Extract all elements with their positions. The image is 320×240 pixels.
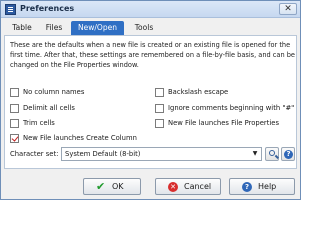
checkbox-label: Trim cells	[23, 119, 55, 127]
checkbox-label: New File launches File Properties	[168, 119, 279, 127]
ok-button[interactable]: ✔ OK	[83, 178, 141, 195]
help-icon: ?	[242, 182, 252, 192]
new-open-panel: These are the defaults when a new file i…	[4, 35, 297, 169]
cancel-button[interactable]: ✕ Cancel	[155, 178, 221, 195]
help-button[interactable]: ? Help	[229, 178, 295, 195]
checkbox-box[interactable]	[10, 119, 19, 128]
checkbox-box[interactable]	[10, 134, 19, 143]
tab-files[interactable]: Files	[40, 21, 68, 35]
cancel-label: Cancel	[184, 182, 212, 191]
checkbox-label: Backslash escape	[168, 88, 229, 96]
search-icon	[269, 150, 275, 156]
ok-label: OK	[112, 182, 124, 191]
preferences-icon	[5, 4, 16, 15]
preferences-window: Preferences ✕ Table Files New/Open Tools…	[0, 0, 301, 200]
tab-new-open[interactable]: New/Open	[71, 21, 124, 35]
close-button[interactable]: ✕	[279, 3, 297, 15]
charset-label: Character set:	[10, 150, 59, 158]
checkbox-label: No column names	[23, 88, 85, 96]
help-icon: ?	[284, 150, 293, 159]
checkbox-box[interactable]	[10, 104, 19, 113]
tab-tools[interactable]: Tools	[129, 21, 159, 35]
checkbox-label: Delimit all cells	[23, 104, 75, 112]
description-text: These are the defaults when a new file i…	[10, 41, 295, 69]
checkbox-box[interactable]	[155, 104, 164, 113]
charset-help-button[interactable]: ?	[281, 147, 295, 161]
checkbox-box[interactable]	[155, 88, 164, 97]
title-bar[interactable]: Preferences ✕	[1, 1, 300, 18]
cancel-icon: ✕	[168, 182, 178, 192]
checkmark-icon: ✔	[96, 180, 106, 193]
checkbox-box[interactable]	[10, 88, 19, 97]
window-title: Preferences	[20, 4, 75, 13]
chevron-down-icon[interactable]: ▼	[250, 149, 260, 159]
checkbox-label: New File launches Create Column	[23, 134, 137, 142]
help-label: Help	[258, 182, 277, 191]
charset-value: System Default (8-bit)	[65, 150, 141, 158]
search-charset-button[interactable]	[265, 147, 279, 161]
checkbox-box[interactable]	[155, 119, 164, 128]
checkbox-label: Ignore comments beginning with "#"	[168, 104, 295, 112]
charset-select[interactable]: System Default (8-bit) ▼	[61, 147, 262, 161]
tab-table[interactable]: Table	[6, 21, 38, 35]
